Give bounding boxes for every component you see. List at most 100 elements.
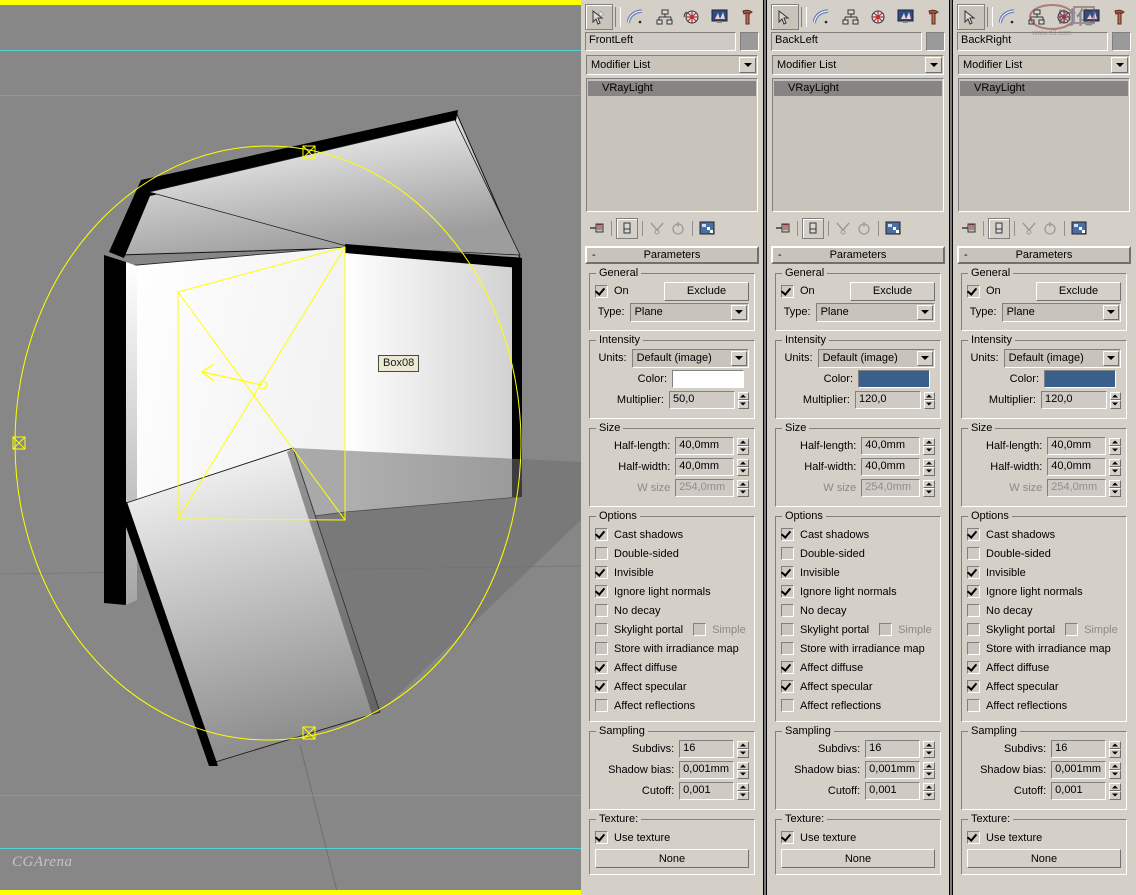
- show-end-result-icon[interactable]: [988, 217, 1010, 239]
- invisible-checkbox[interactable]: [595, 566, 608, 579]
- show-end-result-icon[interactable]: [802, 217, 824, 239]
- chevron-down-icon[interactable]: [731, 304, 747, 320]
- rollout-header[interactable]: - Parameters: [957, 246, 1131, 264]
- affect-diffuse-row[interactable]: Affect diffuse: [967, 658, 1121, 677]
- multiplier-input[interactable]: 120,0: [1041, 391, 1107, 409]
- multiplier-spinner[interactable]: [923, 391, 935, 409]
- subdivs-spinner[interactable]: [1109, 740, 1121, 758]
- hierarchy-panel-icon[interactable]: [650, 4, 678, 30]
- exclude-button[interactable]: Exclude: [1036, 281, 1121, 301]
- invisible-checkbox[interactable]: [781, 566, 794, 579]
- invisible-row[interactable]: Invisible: [595, 563, 749, 582]
- use-texture-checkbox[interactable]: [595, 831, 608, 844]
- affect-specular-checkbox[interactable]: [595, 680, 608, 693]
- exclude-button[interactable]: Exclude: [664, 281, 749, 301]
- double-sided-row[interactable]: Double-sided: [781, 544, 935, 563]
- object-color-swatch[interactable]: [1112, 31, 1131, 51]
- multiplier-input[interactable]: 50,0: [669, 391, 735, 409]
- utilities-panel-icon[interactable]: [733, 4, 761, 30]
- skylight-portal-checkbox[interactable]: [781, 623, 794, 636]
- motion-panel-icon[interactable]: [1049, 4, 1078, 30]
- texture-map-button[interactable]: None: [781, 849, 935, 868]
- chevron-down-icon[interactable]: [917, 304, 933, 320]
- rollout-collapse-icon[interactable]: -: [592, 250, 596, 261]
- no-decay-row[interactable]: No decay: [781, 601, 935, 620]
- invisible-checkbox[interactable]: [967, 566, 980, 579]
- cast-shadows-checkbox[interactable]: [967, 528, 980, 541]
- skylight-portal-row[interactable]: Skylight portal Simple: [781, 620, 935, 639]
- object-color-swatch[interactable]: [740, 31, 759, 51]
- show-end-result-icon[interactable]: [616, 217, 638, 239]
- make-unique-icon[interactable]: [1019, 219, 1039, 238]
- chevron-down-icon[interactable]: [1103, 350, 1119, 366]
- no-decay-checkbox[interactable]: [967, 604, 980, 617]
- object-name-input[interactable]: BackLeft: [771, 31, 922, 51]
- modifier-stack-item[interactable]: VRayLight: [588, 81, 756, 96]
- affect-reflections-checkbox[interactable]: [967, 699, 980, 712]
- ignore-light-normals-row[interactable]: Ignore light normals: [595, 582, 749, 601]
- type-select[interactable]: Plane: [629, 302, 749, 322]
- rollout-header[interactable]: - Parameters: [771, 246, 945, 264]
- shadow-bias-input[interactable]: 0,001mm: [679, 761, 735, 779]
- chevron-down-icon[interactable]: [731, 350, 747, 366]
- half-length-spinner[interactable]: [923, 437, 935, 455]
- cutoff-spinner[interactable]: [923, 782, 935, 800]
- remove-modifier-icon[interactable]: [854, 219, 874, 238]
- affect-specular-row[interactable]: Affect specular: [595, 677, 749, 696]
- ignore-light-normals-checkbox[interactable]: [967, 585, 980, 598]
- skylight-portal-row[interactable]: Skylight portal Simple: [967, 620, 1121, 639]
- rollout-header[interactable]: - Parameters: [585, 246, 759, 264]
- use-texture-row[interactable]: Use texture: [967, 828, 1121, 847]
- no-decay-row[interactable]: No decay: [595, 601, 749, 620]
- use-texture-checkbox[interactable]: [967, 831, 980, 844]
- shadow-bias-spinner[interactable]: [1109, 761, 1121, 779]
- subdivs-spinner[interactable]: [737, 740, 749, 758]
- remove-modifier-icon[interactable]: [668, 219, 688, 238]
- motion-panel-icon[interactable]: [677, 4, 706, 30]
- cast-shadows-checkbox[interactable]: [595, 528, 608, 541]
- affect-reflections-row[interactable]: Affect reflections: [967, 696, 1121, 715]
- ignore-light-normals-checkbox[interactable]: [781, 585, 794, 598]
- units-select[interactable]: Default (image): [1003, 348, 1121, 368]
- texture-map-button[interactable]: None: [967, 849, 1121, 868]
- affect-diffuse-checkbox[interactable]: [781, 661, 794, 674]
- double-sided-row[interactable]: Double-sided: [967, 544, 1121, 563]
- pin-stack-icon[interactable]: [587, 219, 607, 238]
- half-length-spinner[interactable]: [1109, 437, 1121, 455]
- exclude-button[interactable]: Exclude: [850, 281, 935, 301]
- ignore-light-normals-row[interactable]: Ignore light normals: [781, 582, 935, 601]
- display-panel-icon[interactable]: [705, 4, 734, 30]
- create-panel-icon[interactable]: [771, 4, 799, 30]
- chevron-down-icon[interactable]: [1111, 57, 1128, 73]
- utilities-panel-icon[interactable]: [1105, 4, 1133, 30]
- chevron-down-icon[interactable]: [1103, 304, 1119, 320]
- modify-panel-icon[interactable]: [808, 4, 837, 30]
- store-irradiance-checkbox[interactable]: [595, 642, 608, 655]
- no-decay-row[interactable]: No decay: [967, 601, 1121, 620]
- cutoff-spinner[interactable]: [737, 782, 749, 800]
- skylight-portal-checkbox[interactable]: [595, 623, 608, 636]
- type-select[interactable]: Plane: [1001, 302, 1121, 322]
- make-unique-icon[interactable]: [647, 219, 667, 238]
- invisible-row[interactable]: Invisible: [967, 563, 1121, 582]
- store-irradiance-row[interactable]: Store with irradiance map: [967, 639, 1121, 658]
- store-irradiance-row[interactable]: Store with irradiance map: [781, 639, 935, 658]
- units-select[interactable]: Default (image): [631, 348, 749, 368]
- half-length-spinner[interactable]: [737, 437, 749, 455]
- modifier-stack-item[interactable]: VRayLight: [960, 81, 1128, 96]
- half-width-input[interactable]: 40,0mm: [675, 458, 735, 476]
- subdivs-input[interactable]: 16: [865, 740, 921, 758]
- modifier-list-combo[interactable]: Modifier List: [772, 55, 944, 75]
- modifier-stack-list[interactable]: VRayLight: [958, 78, 1130, 212]
- affect-specular-row[interactable]: Affect specular: [967, 677, 1121, 696]
- half-width-input[interactable]: 40,0mm: [1047, 458, 1107, 476]
- object-name-input[interactable]: BackRight: [957, 31, 1108, 51]
- cutoff-input[interactable]: 0,001: [1051, 782, 1107, 800]
- display-panel-icon[interactable]: [1077, 4, 1106, 30]
- affect-specular-checkbox[interactable]: [781, 680, 794, 693]
- viewport[interactable]: Box08 CGArena: [0, 0, 581, 895]
- configure-modifier-sets-icon[interactable]: [883, 219, 903, 238]
- on-checkbox[interactable]: [595, 284, 608, 298]
- object-name-input[interactable]: FrontLeft: [585, 31, 736, 51]
- object-color-swatch[interactable]: [926, 31, 945, 51]
